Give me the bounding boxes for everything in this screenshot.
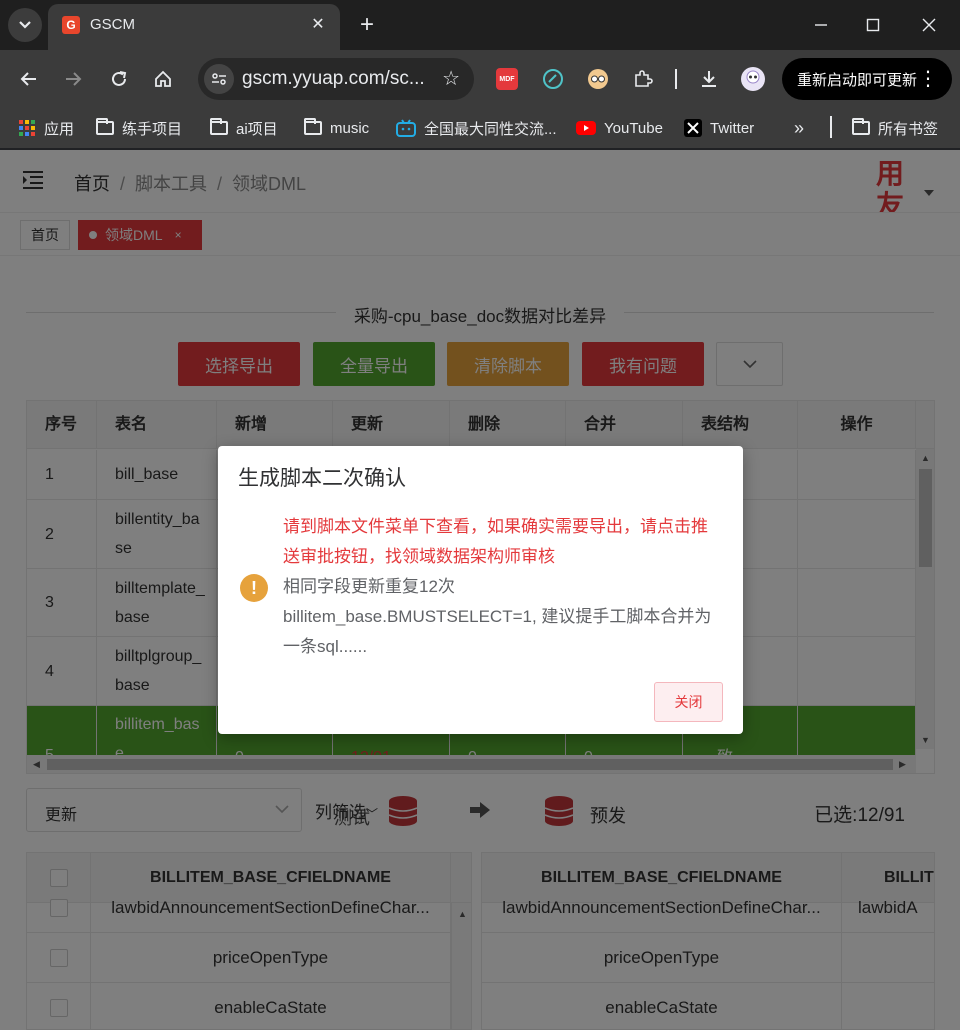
- site-info-button[interactable]: [204, 64, 234, 94]
- gscm-favicon-icon: G: [62, 16, 80, 34]
- folder-icon: [852, 118, 870, 135]
- reload-button[interactable]: [104, 64, 134, 94]
- bookmark-star-icon[interactable]: ☆: [442, 66, 460, 91]
- profile-avatar-icon[interactable]: [740, 66, 766, 92]
- dialog-close-button[interactable]: 关闭: [654, 682, 723, 722]
- home-icon: [155, 70, 171, 87]
- maximize-button[interactable]: [858, 10, 888, 40]
- restart-update-button[interactable]: 重新启动即可更新 ⋮: [782, 58, 952, 100]
- window-close-button[interactable]: [914, 10, 944, 40]
- tune-icon: [212, 73, 226, 85]
- maximize-icon: [866, 18, 880, 32]
- minimize-icon: [815, 24, 827, 26]
- new-tab-button[interactable]: +: [352, 10, 382, 40]
- folder-icon: [304, 118, 322, 135]
- bookmark-folder-music[interactable]: music: [304, 116, 369, 140]
- warning-icon: !: [240, 574, 268, 602]
- x-logo-icon: [684, 119, 702, 137]
- minimize-button[interactable]: [806, 10, 836, 40]
- puzzle-icon[interactable]: [630, 66, 656, 92]
- bookmark-all-folder[interactable]: 所有书签: [852, 116, 938, 140]
- tab-close-icon[interactable]: ✕: [308, 14, 328, 34]
- bookmark-apps[interactable]: 应用: [18, 116, 74, 140]
- chevron-down-icon: [19, 21, 31, 29]
- dialog-message-line2: billitem_base.BMUSTSELECT=1, 建议提手工脚本合并为一…: [283, 607, 712, 656]
- browser-toolbar: gscm.yyuap.com/sc... ☆ MDF 重新启动即可更新 ⋮: [0, 50, 960, 108]
- bookmark-folder-ai[interactable]: ai项目: [210, 116, 278, 140]
- forward-button[interactable]: [58, 64, 88, 94]
- bilibili-icon: [396, 119, 416, 137]
- avatar-extension-icon[interactable]: [585, 66, 611, 92]
- dialog-warning-text: 请到脚本文件菜单下查看，如果确实需要导出，请点击推送审批按钮，找领域数据架构师审…: [283, 517, 708, 566]
- bookmarks-bar: 应用 练手项目 ai项目 music 全国最大同性交流... YouTube T…: [0, 108, 960, 148]
- bookmark-bilibili[interactable]: 全国最大同性交流...: [396, 116, 557, 140]
- page-content: 首页/脚本工具/领域DML 用友 yonyou 首页 领域DML × 采购-cp…: [0, 150, 960, 1030]
- bookmark-youtube[interactable]: YouTube: [576, 116, 663, 140]
- browser-tab[interactable]: G GSCM ✕: [48, 4, 340, 50]
- youtube-icon: [576, 121, 596, 135]
- tab-title: GSCM: [90, 16, 135, 33]
- folder-icon: [96, 118, 114, 135]
- bookmarks-overflow-button[interactable]: »: [794, 116, 804, 140]
- dialog-message: 请到脚本文件菜单下查看，如果确实需要导出，请点击推送审批按钮，找领域数据架构师审…: [283, 512, 723, 662]
- bookmark-folder-practice[interactable]: 练手项目: [96, 116, 182, 140]
- folder-icon: [210, 118, 228, 135]
- confirm-dialog: 生成脚本二次确认 ! 请到脚本文件菜单下查看，如果确实需要导出，请点击推送审批按…: [218, 446, 743, 734]
- browser-tab-bar: G GSCM ✕ +: [0, 0, 960, 50]
- url-text: gscm.yyuap.com/sc...: [242, 68, 425, 89]
- arrow-right-icon: [66, 72, 82, 86]
- apps-grid-icon: [18, 119, 36, 137]
- tab-search-button[interactable]: [8, 8, 42, 42]
- back-button[interactable]: [14, 64, 44, 94]
- more-menu-icon[interactable]: ⋮: [918, 66, 938, 91]
- arrow-left-icon: [20, 72, 36, 86]
- address-bar[interactable]: gscm.yyuap.com/sc... ☆: [198, 58, 474, 100]
- home-button[interactable]: [148, 64, 178, 94]
- dialog-message-line1: 相同字段更新重复12次: [283, 577, 455, 596]
- bookmarks-separator: [830, 116, 832, 138]
- download-icon[interactable]: [696, 66, 722, 92]
- dialog-title: 生成脚本二次确认: [238, 467, 406, 490]
- close-icon: [922, 18, 936, 32]
- toolbar-separator: [675, 69, 677, 89]
- bookmark-twitter[interactable]: Twitter: [684, 116, 754, 140]
- mdf-extension-icon[interactable]: MDF: [496, 68, 518, 90]
- extension-icon[interactable]: [540, 66, 566, 92]
- reload-icon: [112, 71, 127, 86]
